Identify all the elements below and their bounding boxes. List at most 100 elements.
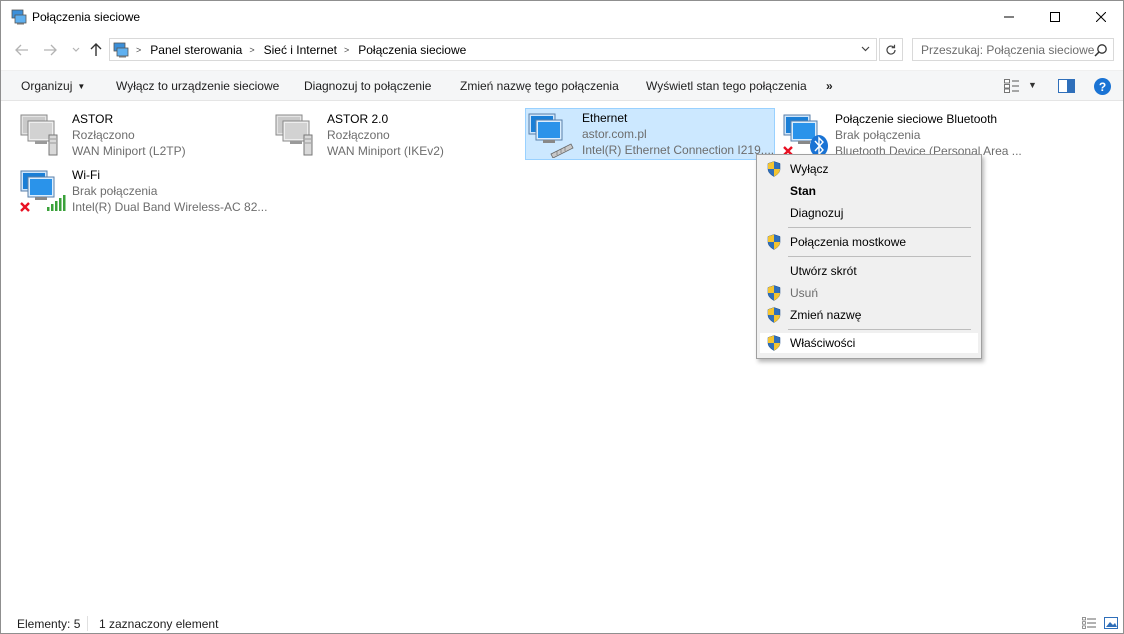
- context-menu-item-properties[interactable]: Właściwości: [759, 332, 979, 354]
- address-bar[interactable]: > Panel sterowania > Sieć i Internet > P…: [109, 38, 877, 61]
- connection-device: Intel(R) Ethernet Connection I219....: [582, 143, 775, 157]
- context-menu-item-create-shortcut[interactable]: Utwórz skrót: [759, 260, 979, 282]
- uac-shield-icon: [767, 234, 781, 250]
- organize-button[interactable]: Organizuj ▼: [21, 79, 85, 93]
- arrow-left-icon: [15, 44, 28, 56]
- change-view-icon[interactable]: [1004, 79, 1020, 93]
- item-count: Elementy: 5: [17, 617, 81, 631]
- forward-button[interactable]: [41, 40, 59, 60]
- chevron-down-icon: [861, 46, 869, 52]
- address-dropdown-button[interactable]: [858, 44, 872, 56]
- refresh-icon: [886, 44, 896, 55]
- arrow-right-icon: [44, 44, 57, 56]
- up-button[interactable]: [87, 40, 105, 60]
- context-menu-label: Właściwości: [790, 336, 856, 350]
- context-menu-item-diagnose[interactable]: Diagnozuj: [759, 202, 979, 224]
- ethernet-connection-icon: [528, 113, 574, 158]
- uac-shield-icon: [767, 307, 781, 323]
- uac-shield-icon: [767, 335, 781, 351]
- preview-pane-icon[interactable]: [1058, 79, 1075, 93]
- search-placeholder: Przeszukaj: Połączenia sieciowe: [921, 43, 1095, 57]
- more-commands-button[interactable]: »: [826, 79, 833, 93]
- context-menu-separator: [788, 256, 971, 257]
- breadcrumb-item-control-panel[interactable]: Panel sterowania: [150, 43, 242, 57]
- maximize-icon: [1050, 12, 1060, 22]
- rename-button[interactable]: Zmień nazwę tego połączenia: [460, 79, 619, 93]
- chevron-down-icon: [72, 47, 80, 52]
- search-input[interactable]: Przeszukaj: Połączenia sieciowe: [912, 38, 1114, 61]
- breadcrumb: > Panel sterowania > Sieć i Internet > P…: [136, 43, 466, 57]
- uac-shield-icon: [767, 285, 781, 301]
- network-connections-icon: [11, 9, 27, 25]
- context-menu-label: Wyłącz: [790, 162, 829, 176]
- context-menu-separator: [788, 227, 971, 228]
- connection-item-text: ASTOR 2.0 Rozłączono WAN Miniport (IKEv2…: [327, 111, 444, 159]
- connection-item-text: ASTOR Rozłączono WAN Miniport (L2TP): [72, 111, 186, 159]
- context-menu-label: Usuń: [790, 286, 819, 300]
- title-bar: Połączenia sieciowe: [1, 1, 1123, 33]
- back-button[interactable]: [13, 40, 31, 60]
- breadcrumb-separator-icon[interactable]: >: [249, 45, 254, 55]
- connection-status: astor.com.pl: [582, 127, 647, 141]
- status-bar: Elementy: 5 1 zaznaczony element: [1, 613, 1123, 633]
- context-menu-item-disable[interactable]: Wyłącz: [759, 158, 979, 180]
- connection-name: ASTOR 2.0: [327, 112, 389, 126]
- connection-item-wifi[interactable]: Wi-Fi Brak połączenia Intel(R) Dual Band…: [19, 165, 269, 217]
- minimize-icon: [1004, 16, 1014, 18]
- help-icon[interactable]: ?: [1094, 78, 1111, 95]
- maximize-button[interactable]: [1032, 1, 1078, 33]
- large-icons-view-icon[interactable]: [1104, 617, 1118, 629]
- context-menu-item-rename[interactable]: Zmień nazwę: [759, 304, 979, 326]
- dropdown-arrow-icon: ▼: [77, 82, 86, 91]
- bluetooth-connection-icon: [783, 114, 828, 157]
- breadcrumb-item-network-internet[interactable]: Sieć i Internet: [264, 43, 337, 57]
- context-menu-separator: [788, 329, 971, 330]
- uac-shield-icon: [767, 161, 781, 177]
- breadcrumb-separator-icon[interactable]: >: [136, 45, 141, 55]
- context-menu-label: Diagnozuj: [790, 206, 844, 220]
- close-icon: [1096, 12, 1106, 22]
- connection-device: Intel(R) Dual Band Wireless-AC 82...: [72, 200, 268, 214]
- connection-status: Rozłączono: [72, 128, 135, 142]
- context-menu-item-delete: Usuń: [759, 282, 979, 304]
- context-menu: Wyłącz Stan Diagnozuj Połączenia mostkow…: [756, 154, 982, 359]
- connection-item-text: Ethernet astor.com.pl Intel(R) Ethernet …: [582, 110, 774, 158]
- command-bar: Organizuj ▼ Wyłącz to urządzenie sieciowe…: [1, 70, 1123, 101]
- diagnose-button[interactable]: Diagnozuj to połączenie: [304, 79, 431, 93]
- view-dropdown-icon[interactable]: ▼: [1028, 80, 1037, 90]
- connection-name: Połączenie sieciowe Bluetooth: [835, 112, 998, 126]
- connection-status: Brak połączenia: [835, 128, 921, 142]
- connection-item-text: Wi-Fi Brak połączenia Intel(R) Dual Band…: [72, 167, 267, 215]
- minimize-button[interactable]: [986, 1, 1032, 33]
- connection-item-astor[interactable]: ASTOR Rozłączono WAN Miniport (L2TP): [19, 109, 269, 161]
- refresh-button[interactable]: [879, 38, 903, 61]
- connection-name: ASTOR: [72, 112, 114, 126]
- connection-name: Ethernet: [582, 111, 628, 125]
- context-menu-item-bridge[interactable]: Połączenia mostkowe: [759, 231, 979, 253]
- organize-label: Organizuj: [21, 79, 73, 93]
- details-view-icon[interactable]: [1082, 617, 1096, 629]
- connection-item-ethernet[interactable]: Ethernet astor.com.pl Intel(R) Ethernet …: [525, 108, 775, 160]
- window-title: Połączenia sieciowe: [32, 10, 141, 24]
- close-button[interactable]: [1078, 1, 1124, 33]
- explorer-window: Połączenia sieciowe > Panel sterowania >…: [0, 0, 1124, 634]
- connection-item-astor-2[interactable]: ASTOR 2.0 Rozłączono WAN Miniport (IKEv2…: [274, 109, 524, 161]
- connection-status: Rozłączono: [327, 128, 390, 142]
- connection-status: Brak połączenia: [72, 184, 158, 198]
- connection-device: WAN Miniport (L2TP): [72, 144, 186, 158]
- arrow-up-icon: [90, 43, 102, 56]
- context-menu-label: Połączenia mostkowe: [790, 235, 907, 249]
- context-menu-item-status[interactable]: Stan: [759, 180, 979, 202]
- disable-device-button[interactable]: Wyłącz to urządzenie sieciowe: [116, 79, 279, 93]
- breadcrumb-item-network-connections[interactable]: Połączenia sieciowe: [358, 43, 466, 57]
- breadcrumb-separator-icon[interactable]: >: [344, 45, 349, 55]
- context-menu-label: Zmień nazwę: [790, 308, 862, 322]
- connection-name: Wi-Fi: [72, 168, 100, 182]
- show-status-button[interactable]: Wyświetl stan tego połączenia: [646, 79, 807, 93]
- context-menu-label: Stan: [790, 184, 817, 198]
- selection-count: 1 zaznaczony element: [99, 617, 219, 631]
- status-divider: [87, 616, 88, 631]
- connection-item-text: Połączenie sieciowe Bluetooth Brak połąc…: [835, 111, 1022, 159]
- context-menu-label: Utwórz skrót: [790, 264, 857, 278]
- recent-locations-button[interactable]: [67, 40, 85, 60]
